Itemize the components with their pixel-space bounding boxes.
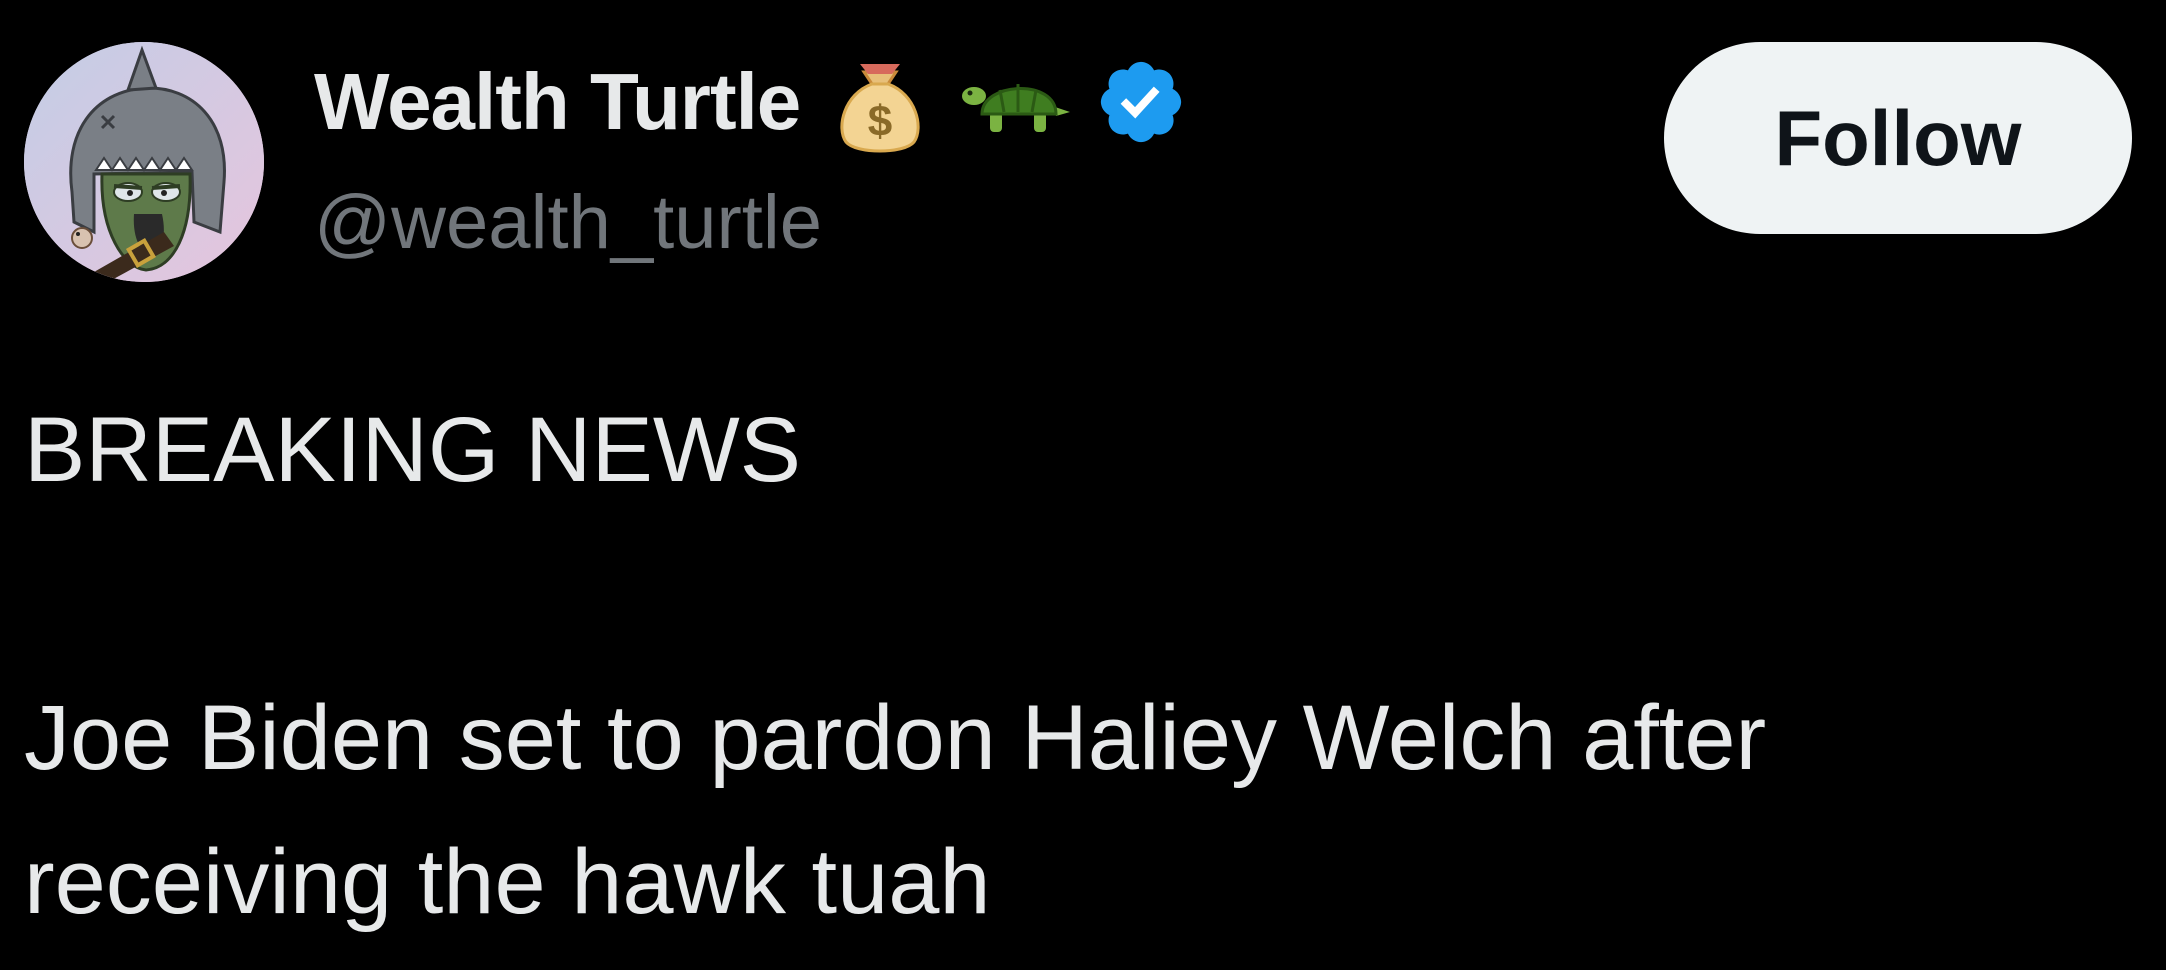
tweet-text-line: Joe Biden set to pardon Haliey Welch aft… bbox=[24, 687, 1767, 789]
turtle-icon bbox=[960, 66, 1072, 138]
tweet-card: Wealth Turtle $ @wealth_turtle Follow BR… bbox=[0, 0, 2166, 970]
author-handle[interactable]: @wealth_turtle bbox=[314, 178, 822, 268]
avatar[interactable] bbox=[24, 42, 264, 282]
display-name[interactable]: Wealth Turtle bbox=[314, 52, 801, 152]
tweet-text-line bbox=[24, 522, 2134, 666]
svg-text:$: $ bbox=[868, 97, 892, 146]
tweet-text-line: BREAKING NEWS bbox=[24, 399, 802, 501]
avatar-image bbox=[24, 42, 264, 282]
tweet-text-line: receiving the hawk tuah bbox=[24, 831, 991, 933]
money-bag-icon: $ bbox=[830, 50, 930, 154]
verified-badge-icon bbox=[1094, 55, 1188, 149]
tweet-body: BREAKING NEWS Joe Biden set to pardon Ha… bbox=[24, 378, 2134, 954]
follow-button[interactable]: Follow bbox=[1664, 42, 2132, 234]
author-name-row: Wealth Turtle $ bbox=[314, 50, 1188, 154]
